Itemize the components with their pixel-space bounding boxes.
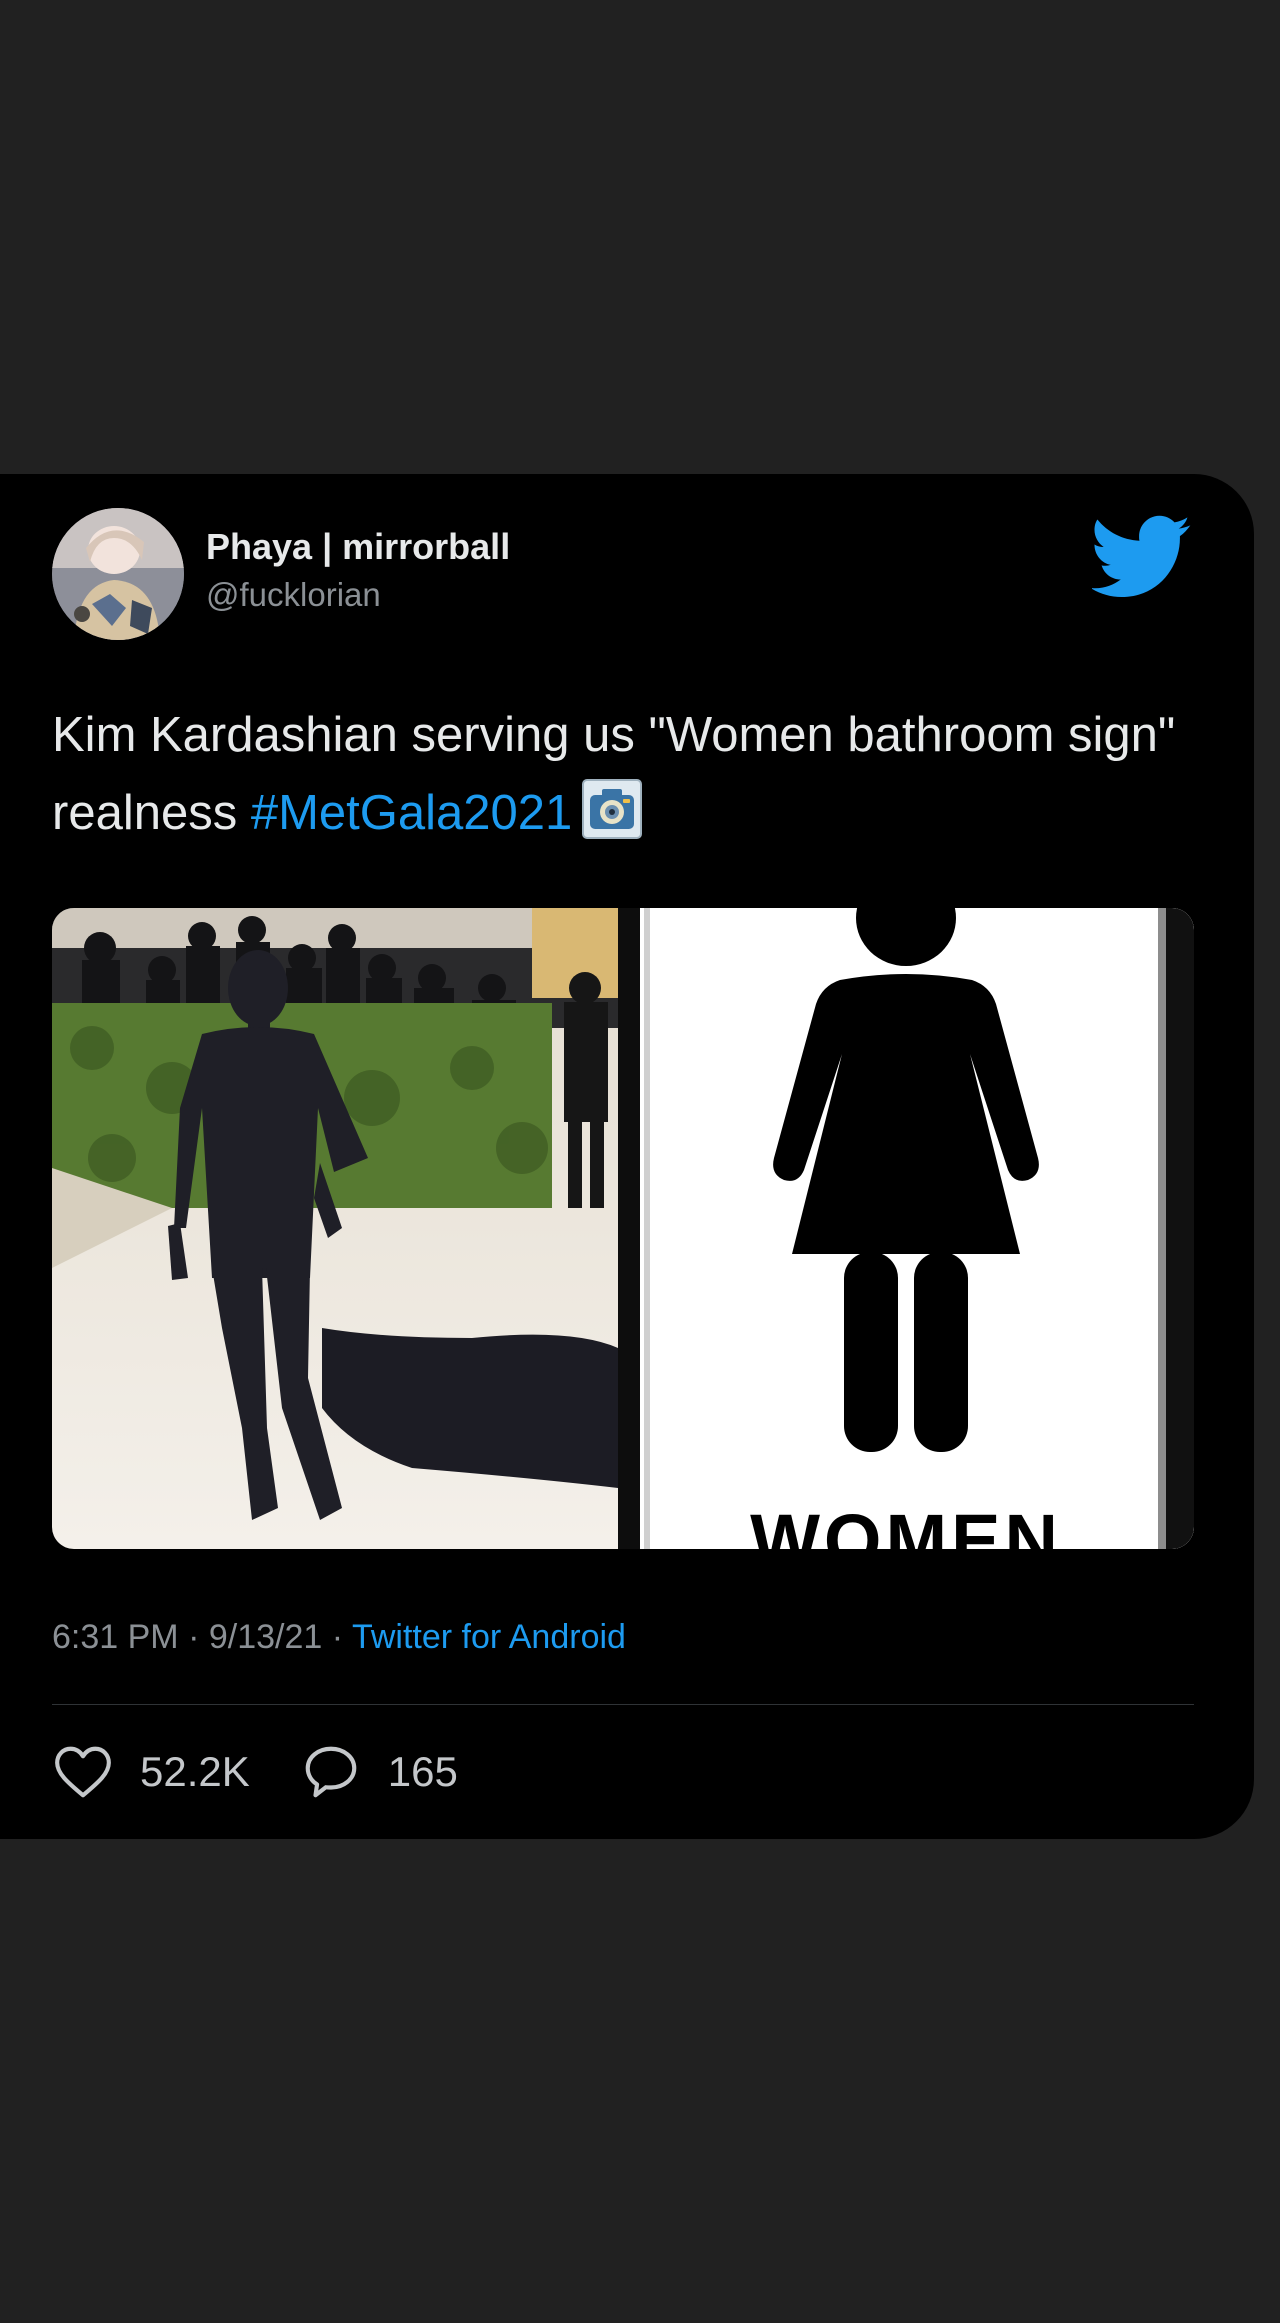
meta-separator: · (188, 1618, 200, 1656)
tweet-card[interactable]: Phaya | mirrorball @fucklorian Kim Karda… (0, 474, 1254, 1839)
author-display-name[interactable]: Phaya | mirrorball (206, 526, 510, 568)
tweet-source-link[interactable]: Twitter for Android (352, 1618, 626, 1656)
twitter-bird-icon (1092, 515, 1191, 597)
tweet-meta: 6:31 PM · 9/13/21 · Twitter for Android (52, 1618, 626, 1657)
divider (52, 1704, 1194, 1705)
reply-count: 165 (387, 1748, 458, 1795)
meta-separator: · (331, 1618, 344, 1656)
tweet-stats: 52.2K 165 (52, 1740, 508, 1804)
met-gala-photo-image (52, 908, 618, 1549)
women-restroom-sign-image (618, 908, 1194, 1549)
women-restroom-sign[interactable]: WOMEN (618, 908, 1194, 1549)
tweet-time: 6:31 PM (52, 1618, 179, 1656)
hashtag-link[interactable]: #MetGala2021 (251, 786, 572, 840)
author-handle[interactable]: @fucklorian (206, 576, 381, 614)
sign-text: WOMEN (750, 1499, 1062, 1549)
tweet-date: 9/13/21 (208, 1618, 323, 1656)
camera-emoji-icon (582, 779, 643, 839)
reply-stat[interactable]: 165 (300, 1741, 458, 1803)
heart-icon[interactable] (52, 1741, 114, 1803)
like-stat[interactable]: 52.2K (52, 1741, 250, 1803)
avatar-image (52, 508, 184, 640)
tweet-media[interactable]: WOMEN (52, 908, 1194, 1549)
like-count: 52.2K (140, 1748, 250, 1795)
met-gala-photo[interactable] (52, 908, 618, 1549)
reply-bubble-icon[interactable] (300, 1741, 362, 1803)
tweet-text: Kim Kardashian serving us "Women bathroo… (52, 696, 1212, 852)
avatar[interactable] (52, 508, 184, 640)
